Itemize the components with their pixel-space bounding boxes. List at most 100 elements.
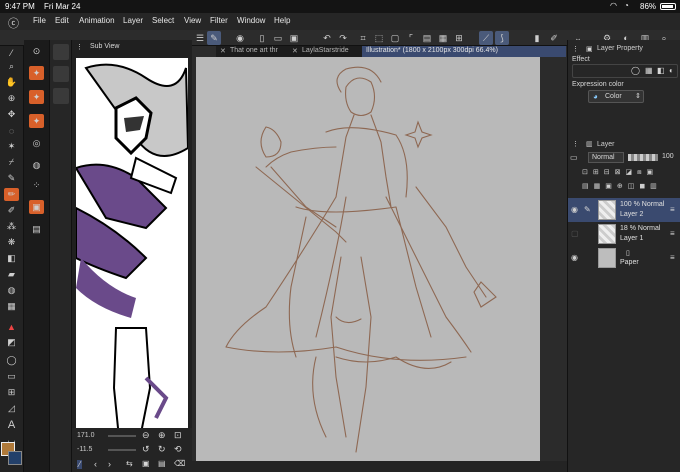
pen-icon[interactable]: ✎ [4,172,19,185]
layer-row[interactable]: ◉ ✎ 100 % Normal Layer 2 ≡ [568,198,680,222]
move-icon[interactable]: ✥ [4,108,19,121]
tab-document-2[interactable]: LaylaStarstride [298,46,360,57]
phone-icon[interactable]: ▮ [530,31,544,45]
tool-preset-2[interactable]: ✦ [29,90,44,104]
drag-handle-icon[interactable]: ≡ [670,205,675,214]
tool-preset-4[interactable]: ▣ [29,200,44,214]
prev-image-icon[interactable]: ‹ [94,459,97,469]
rotate-right-icon[interactable]: ↻ [158,444,166,455]
fill-bucket-icon[interactable]: ◍ [4,284,19,297]
app-logo-icon[interactable]: ⓒ [8,15,19,31]
tone-icon[interactable]: ◩ [4,336,19,349]
smudge-icon[interactable]: ⁘ [29,178,44,192]
brush-icon[interactable]: ⁄ [4,46,19,59]
canvas-scrollbar[interactable] [192,461,567,472]
panel-grip-icon[interactable]: ⋮ [572,45,579,53]
balloon-tail-icon[interactable]: ◿ [4,402,19,415]
edit-pencil-icon[interactable]: ✎ [584,205,591,214]
brush-icon-2[interactable]: ✐ [4,204,19,217]
visibility-eye-icon[interactable]: ◉ [571,205,578,214]
opacity-slider[interactable] [628,154,658,161]
subtool-slot-2[interactable] [53,66,69,82]
menu-view[interactable]: View [184,16,201,25]
delete-icon[interactable]: ⌫ [174,459,185,468]
rotate-reset-icon[interactable]: ⟲ [174,444,182,455]
subtool-slot-3[interactable] [53,88,69,104]
magnifier-icon[interactable]: ⌕ [4,60,19,73]
sub-view-angle-value[interactable]: -11.5 [77,446,92,453]
lasso-icon[interactable]: ◌ [4,124,19,137]
subtool-slot-1[interactable] [53,44,69,60]
eye-icon[interactable]: ◉ [233,31,247,45]
rotate-left-icon[interactable]: ↺ [142,444,150,455]
visibility-eye-icon[interactable]: ◉ [571,253,578,262]
save-icon[interactable]: ▣ [287,31,301,45]
layer-row[interactable]: ▢ 18 % Normal Layer 1 ≡ [568,222,680,246]
tool-preset-1[interactable]: ✦ [29,66,44,80]
deselect-icon[interactable]: ⬚ [372,31,386,45]
expression-color-dropdown[interactable]: ◕ Color ⇕ [588,90,644,103]
gallery-icon[interactable]: ▤ [158,459,166,468]
sub-view-grip-icon[interactable]: ⋮ [76,43,83,51]
layer-color-toggle-icon[interactable]: ▭ [570,153,578,162]
menu-animation[interactable]: Animation [79,16,115,25]
eyedropper-icon[interactable]: ⌿ [4,156,19,169]
crop-icon[interactable]: ⌜ [404,31,418,45]
ruler-icon[interactable]: ▭ [4,370,19,383]
tab-document-1[interactable]: That one art thr [226,46,286,57]
angle-slider[interactable] [108,449,136,451]
hamburger-menu-icon[interactable]: ☰ [193,31,207,45]
menu-edit[interactable]: Edit [55,16,69,25]
layer-color-icon[interactable]: ◧ [657,66,665,75]
border-effect-icon[interactable]: ◯ [631,66,640,75]
select-all-icon[interactable]: ▢ [388,31,402,45]
menu-select[interactable]: Select [152,16,174,25]
zoom-out-icon[interactable]: ⊖ [142,430,150,441]
menu-filter[interactable]: Filter [210,16,228,25]
tab-document-3[interactable]: Illustration* (1800 x 2100px 300dpi 66.4… [362,46,566,57]
pen-tool-icon[interactable]: ✎ [207,31,221,45]
open-folder-icon[interactable]: ▭ [271,31,285,45]
layer-lock-row[interactable]: ⊡⊞⊟⊠◪⧈▣ [582,168,678,178]
next-image-icon[interactable]: › [108,459,111,469]
snap-icon[interactable]: ⊞ [452,31,466,45]
drop-icon[interactable]: ◎ [29,136,44,150]
flip-icon[interactable]: ⇆ [126,459,133,468]
pencil-icon[interactable]: ✏ [4,188,19,201]
redo-icon[interactable]: ↷ [336,31,350,45]
decoration-icon[interactable]: ❋ [4,236,19,249]
drag-handle-icon[interactable]: ≡ [670,229,675,238]
drawing-canvas[interactable] [196,57,540,461]
menu-layer[interactable]: Layer [123,16,143,25]
figure-icon[interactable]: ◯ [4,354,19,367]
tool-grid-icon[interactable]: ▤ [29,222,44,236]
opacity-value[interactable]: 100 [662,153,674,160]
text-icon[interactable]: A [4,418,19,431]
zoom-in-icon[interactable]: ⊕ [158,430,166,441]
menu-file[interactable]: File [33,16,46,25]
blend-mode-dropdown[interactable]: Normal [588,152,624,163]
clear-icon[interactable]: ▦ [436,31,450,45]
eraser-icon[interactable]: ▰ [4,268,19,281]
blend-icon[interactable]: ◧ [4,252,19,265]
fill-icon[interactable]: ▤ [420,31,434,45]
fit-icon[interactable]: ⊡ [174,430,182,441]
zoom-slider[interactable] [108,435,136,437]
reference-image[interactable] [76,58,188,462]
visibility-eye-icon[interactable]: ▢ [571,229,579,238]
sub-color-swatch[interactable] [8,451,22,465]
menu-help[interactable]: Help [274,16,290,25]
gradient-icon[interactable]: ▦ [4,300,19,313]
import-icon[interactable]: ▣ [142,459,150,468]
fill-tool-icon[interactable]: ▲ [4,320,19,333]
transform-icon[interactable]: ⌗ [356,31,370,45]
undo-icon[interactable]: ↶ [320,31,334,45]
menu-window[interactable]: Window [237,16,265,25]
eyedropper-mode-icon[interactable]: ⁄ [77,460,83,469]
airbrush-icon[interactable]: ⁂ [4,220,19,233]
sub-view-zoom-value[interactable]: 171.0 [77,432,95,439]
tone-effect-icon[interactable]: ▦ [645,66,653,75]
threshold-icon[interactable]: ◐ [669,66,674,75]
edit-icon[interactable]: ✐ [547,31,561,45]
drag-handle-icon[interactable]: ≡ [670,253,675,262]
